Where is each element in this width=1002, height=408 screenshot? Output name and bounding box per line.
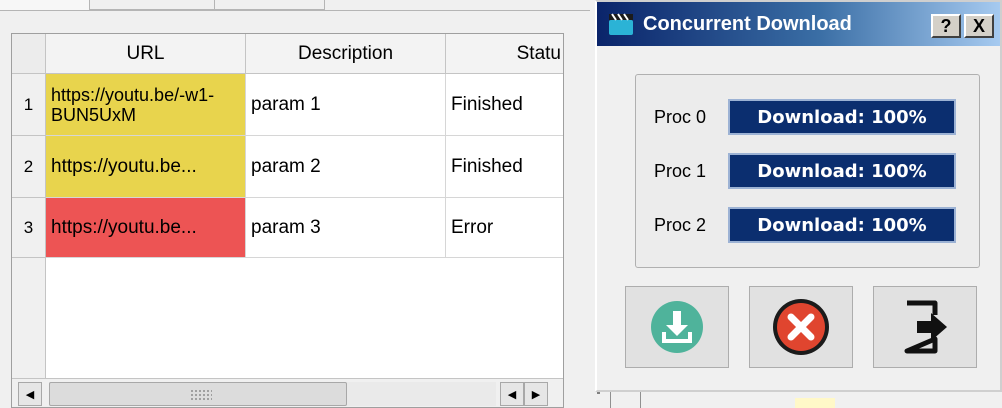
main-window: URL Description Statu 1 https://youtu.be… bbox=[0, 0, 600, 408]
row-header-2[interactable]: 2 bbox=[12, 136, 46, 198]
process-row: Proc 2 Download: 100% bbox=[636, 205, 981, 247]
table-cell-status[interactable]: Finished bbox=[446, 74, 563, 136]
scroll-grip-icon bbox=[190, 389, 212, 401]
horizontal-scrollbar[interactable]: ◀ ◀ ▶ bbox=[12, 378, 563, 407]
column-header-url[interactable]: URL bbox=[46, 34, 246, 74]
tab-divider bbox=[0, 10, 590, 11]
download-button[interactable] bbox=[625, 286, 729, 368]
row-header-empty bbox=[12, 258, 46, 378]
row-header-1[interactable]: 1 bbox=[12, 74, 46, 136]
scroll-right-button[interactable]: ▶ bbox=[524, 382, 548, 406]
background-divider bbox=[640, 392, 641, 408]
process-row: Proc 1 Download: 100% bbox=[636, 151, 981, 193]
process-label: Proc 1 bbox=[654, 161, 707, 181]
progress-text: Download: 100% bbox=[757, 160, 927, 182]
concurrent-download-dialog: Concurrent Download ? X Proc 0 Download:… bbox=[595, 0, 1002, 392]
table-cell-url[interactable]: https://youtu.be/-w1-BUN5UxM bbox=[46, 74, 246, 136]
download-icon bbox=[651, 301, 703, 353]
table-cell-description[interactable]: param 3 bbox=[246, 198, 446, 258]
table-cell-description[interactable]: param 2 bbox=[246, 136, 446, 198]
process-progress-bar: Download: 100% bbox=[728, 207, 956, 243]
scroll-left-button-2[interactable]: ◀ bbox=[500, 382, 524, 406]
scroll-left-button[interactable]: ◀ bbox=[18, 382, 42, 406]
clapperboard-icon bbox=[609, 13, 633, 35]
close-button[interactable]: X bbox=[964, 14, 994, 38]
table-cell-status[interactable]: Error bbox=[446, 198, 563, 258]
tab-3[interactable] bbox=[215, 0, 325, 10]
exit-button[interactable] bbox=[873, 286, 977, 368]
process-label: Proc 0 bbox=[654, 107, 707, 127]
background-divider bbox=[610, 392, 611, 408]
column-header-status[interactable]: Statu bbox=[446, 34, 563, 74]
process-progress-bar: Download: 100% bbox=[728, 153, 956, 189]
tab-1[interactable] bbox=[0, 0, 90, 10]
help-button[interactable]: ? bbox=[931, 14, 961, 38]
dialog-title: Concurrent Download bbox=[643, 13, 852, 35]
progress-text: Download: 100% bbox=[757, 214, 927, 236]
background-highlight bbox=[795, 398, 835, 408]
cancel-button[interactable] bbox=[749, 286, 853, 368]
progress-text: Download: 100% bbox=[757, 106, 927, 128]
background-window-strip bbox=[600, 392, 1002, 408]
cancel-icon bbox=[773, 299, 829, 355]
process-label: Proc 2 bbox=[654, 215, 707, 235]
exit-icon bbox=[904, 300, 947, 354]
table-cell-url[interactable]: https://youtu.be... bbox=[46, 136, 246, 198]
table-corner-button[interactable] bbox=[12, 34, 46, 74]
scroll-thumb[interactable] bbox=[49, 382, 347, 406]
table-cell-description[interactable]: param 1 bbox=[246, 74, 446, 136]
process-row: Proc 0 Download: 100% bbox=[636, 97, 981, 139]
tab-strip bbox=[0, 0, 590, 12]
row-header-3[interactable]: 3 bbox=[12, 198, 46, 258]
table-cell-status[interactable]: Finished bbox=[446, 136, 563, 198]
download-table: URL Description Statu 1 https://youtu.be… bbox=[11, 33, 564, 408]
process-progress-bar: Download: 100% bbox=[728, 99, 956, 135]
column-header-description[interactable]: Description bbox=[246, 34, 446, 74]
title-bar[interactable]: Concurrent Download ? X bbox=[597, 2, 1000, 46]
table-cell-url[interactable]: https://youtu.be... bbox=[46, 198, 246, 258]
process-group: Proc 0 Download: 100% Proc 1 Download: 1… bbox=[635, 74, 980, 268]
tab-2[interactable] bbox=[90, 0, 215, 10]
